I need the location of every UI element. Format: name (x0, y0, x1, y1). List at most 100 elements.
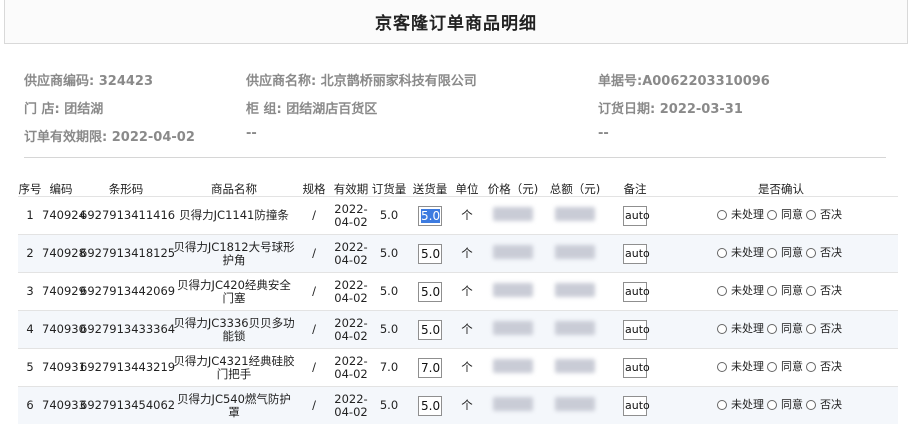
cell-unit: 个 (452, 196, 482, 235)
order-date: 订货日期: 2022-03-31 (598, 98, 743, 117)
radio-circle-icon[interactable] (767, 399, 777, 410)
radio-circle-icon[interactable] (806, 399, 816, 410)
confirm-radio-pending[interactable]: 未处理 (717, 208, 764, 221)
cell-name: 贝得力JC1812大号球形护角 (172, 234, 296, 273)
col-header-price: 价格（元) (482, 182, 544, 197)
confirm-radio-reject[interactable]: 否决 (806, 284, 842, 297)
cell-price (482, 386, 544, 424)
cell-price (482, 234, 544, 273)
cell-total (544, 386, 606, 424)
cell-unit: 个 (452, 386, 482, 424)
store-value: 团结湖 (64, 102, 104, 117)
note-input[interactable]: auto (623, 395, 650, 416)
confirm-radio-agree[interactable]: 同意 (767, 284, 803, 297)
confirm-radio-agree[interactable]: 同意 (767, 246, 803, 259)
radio-circle-icon[interactable] (717, 399, 727, 410)
note-input[interactable]: auto (623, 281, 650, 302)
radio-label: 否决 (820, 360, 842, 374)
radio-circle-icon[interactable] (717, 361, 727, 372)
radio-label: 同意 (781, 322, 803, 336)
confirm-radio-agree[interactable]: 同意 (767, 360, 803, 373)
deliver-qty-input[interactable]: 5.0 (418, 243, 442, 264)
table-row: 3 740929 6927913442069 贝得力JC420经典安全门塞/2022-… (18, 272, 898, 311)
store-label: 门 店: (24, 102, 60, 117)
confirm-radio-pending[interactable]: 未处理 (717, 284, 764, 297)
confirm-radio-agree[interactable]: 同意 (767, 398, 803, 411)
col-header-name: 商品名称 (172, 182, 296, 197)
radio-circle-icon[interactable] (806, 285, 816, 296)
radio-label: 未处理 (731, 246, 764, 260)
confirm-radio-pending[interactable]: 未处理 (717, 398, 764, 411)
radio-circle-icon[interactable] (717, 285, 727, 296)
radio-label: 未处理 (731, 322, 764, 336)
note-input[interactable]: auto (623, 357, 650, 378)
note-input[interactable]: auto (623, 243, 650, 264)
deliver-qty-input[interactable]: 5.0 (418, 395, 442, 416)
cell-total (544, 348, 606, 387)
table-row: 1 740924 6927913411416 贝得力JC1141防撞条 /2022-04… (18, 196, 898, 235)
cell-note: auto (606, 196, 664, 235)
radio-circle-icon[interactable] (717, 247, 727, 258)
radio-circle-icon[interactable] (806, 247, 816, 258)
confirm-radio-reject[interactable]: 否决 (806, 208, 842, 221)
col-header-code: 编码 (42, 182, 80, 197)
radio-circle-icon[interactable] (767, 285, 777, 296)
product-name: 贝得力JC3336贝贝多功能锁 (173, 315, 295, 343)
deliver-qty-input[interactable]: 5.0 (418, 205, 442, 226)
cell-code: 740928 (42, 234, 86, 273)
valid-period: 订单有效期限: 2022-04-02 (24, 126, 195, 145)
product-name: 贝得力JC420经典安全门塞 (177, 277, 291, 305)
cell-deliver-qty: 5.0 (408, 234, 452, 273)
confirm-radio-pending[interactable]: 未处理 (717, 246, 764, 259)
cell-spec: / (296, 272, 332, 311)
confirm-radio-reject[interactable]: 否决 (806, 398, 842, 411)
radio-circle-icon[interactable] (767, 323, 777, 334)
order-date-value: 2022-03-31 (659, 102, 743, 117)
radio-circle-icon[interactable] (806, 323, 816, 334)
radio-circle-icon[interactable] (767, 209, 777, 220)
confirm-radio-pending[interactable]: 未处理 (717, 322, 764, 335)
radio-circle-icon[interactable] (806, 361, 816, 372)
cell-order-qty: 5.0 (370, 196, 408, 235)
cell-order-qty: 5.0 (370, 234, 408, 273)
title-bar: 京客隆订单商品明细 (4, 0, 908, 44)
supplier-name-label: 供应商名称: (246, 74, 317, 89)
doc-no: 单据号:A0062203310096 (598, 70, 770, 89)
cell-unit: 个 (452, 272, 482, 311)
order-items-table: 序号 编码 条形码 商品名称 规格 有效期 订货量 送货量 单位 价格（元) 总… (18, 182, 898, 424)
supplier-code-label: 供应商编码: (24, 74, 95, 89)
radio-circle-icon[interactable] (767, 247, 777, 258)
confirm-radio-reject[interactable]: 否决 (806, 322, 842, 335)
confirm-radio-agree[interactable]: 同意 (767, 322, 803, 335)
radio-circle-icon[interactable] (717, 323, 727, 334)
confirm-radio-reject[interactable]: 否决 (806, 360, 842, 373)
confirm-radio-agree[interactable]: 同意 (767, 208, 803, 221)
radio-circle-icon[interactable] (806, 209, 816, 220)
radio-label: 未处理 (731, 398, 764, 412)
cell-no: 6 (18, 386, 42, 424)
radio-label: 未处理 (731, 208, 764, 222)
cell-price (482, 310, 544, 349)
deliver-qty-input[interactable]: 5.0 (418, 319, 442, 340)
price-redacted (493, 245, 533, 259)
note-input[interactable]: auto (623, 319, 650, 340)
cell-note: auto (606, 310, 664, 349)
confirm-radio-reject[interactable]: 否决 (806, 246, 842, 259)
deliver-qty-input[interactable]: 7.0 (418, 357, 442, 378)
col-header-no: 序号 (18, 182, 42, 197)
col-header-note: 备注 (606, 182, 664, 197)
deliver-qty-input[interactable]: 5.0 (418, 281, 442, 302)
radio-circle-icon[interactable] (767, 361, 777, 372)
col-header-deliver-qty: 送货量 (408, 182, 452, 197)
cell-total (544, 234, 606, 273)
product-name: 贝得力JC1141防撞条 (179, 208, 289, 222)
confirm-radio-pending[interactable]: 未处理 (717, 360, 764, 373)
cell-note: auto (606, 386, 664, 424)
col-header-confirm: 是否确认 (664, 182, 898, 197)
radio-circle-icon[interactable] (717, 209, 727, 220)
cell-code: 740930 (42, 310, 86, 349)
counter: 柜 组: 团结湖店百货区 (246, 98, 377, 117)
cell-name: 贝得力JC540燃气防护罩 (172, 386, 296, 424)
cell-order-qty: 5.0 (370, 310, 408, 349)
note-input[interactable]: auto (623, 205, 650, 226)
